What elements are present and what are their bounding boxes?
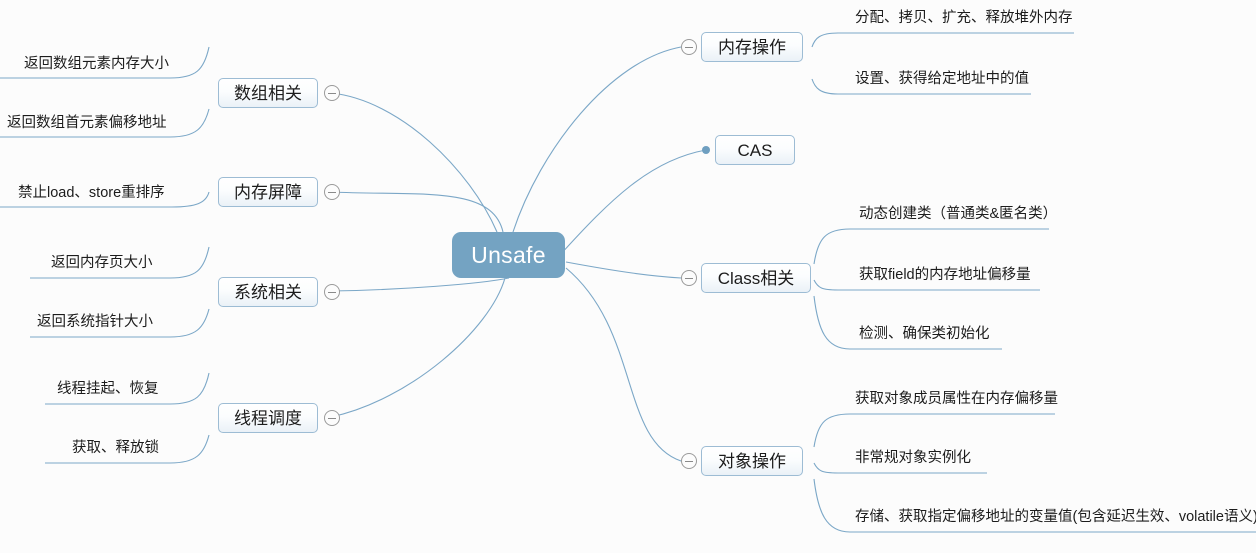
leaf-class-0-label: 动态创建类（普通类&匿名类）: [859, 206, 1058, 222]
leaf-array-1-label: 返回数组首元素偏移地址: [7, 115, 167, 131]
edge-root-object: [565, 267, 682, 462]
edge-memory-operation-c0: [811, 32, 1074, 48]
leaf-memory-operation-1-label: 设置、获得给定地址中的值: [855, 71, 1029, 87]
mind-map-canvas: Unsafe 数组相关 返回数组元素内存大小 返回数组首元素偏移地址 内存屏障 …: [0, 0, 1256, 553]
collapse-toggle-memory-barrier[interactable]: [324, 184, 340, 200]
collapse-toggle-thread-scheduling[interactable]: [324, 410, 340, 426]
leaf-class-1[interactable]: 获取field的内存地址偏移量: [859, 268, 1031, 283]
edge-layer: [0, 32, 1256, 533]
collapse-toggle-system[interactable]: [324, 284, 340, 300]
leaf-memory-barrier-0-label: 禁止load、store重排序: [18, 185, 165, 201]
branch-node-cas-label: CAS: [737, 140, 773, 160]
edge-class-c0: [813, 228, 1049, 265]
leaf-system-0-label: 返回内存页大小: [51, 255, 153, 271]
branch-node-array[interactable]: 数组相关: [218, 78, 318, 108]
branch-node-memory-operation[interactable]: 内存操作: [701, 32, 803, 62]
leaf-system-1[interactable]: 返回系统指针大小: [37, 315, 153, 330]
collapse-toggle-memory-operation[interactable]: [681, 39, 697, 55]
leaf-class-2[interactable]: 检测、确保类初始化: [859, 327, 990, 342]
collapse-toggle-class[interactable]: [681, 270, 697, 286]
branch-node-object-operation-label: 对象操作: [718, 451, 786, 471]
leaf-array-0[interactable]: 返回数组元素内存大小: [24, 57, 169, 72]
leaf-object-operation-1-label: 非常规对象实例化: [855, 450, 971, 466]
leaf-class-0[interactable]: 动态创建类（普通类&匿名类）: [859, 207, 1057, 222]
edge-object-operation-c0: [813, 413, 1055, 448]
edge-root-memory-barrier: [330, 191, 504, 233]
branch-node-cas[interactable]: CAS: [715, 135, 795, 165]
leaf-object-operation-2[interactable]: 存储、获取指定偏移地址的变量值(包含延迟生效、volatile语义): [855, 510, 1256, 525]
leaf-memory-barrier-0[interactable]: 禁止load、store重排序: [18, 186, 165, 201]
branch-node-memory-barrier-label: 内存屏障: [234, 182, 302, 202]
root-node[interactable]: Unsafe: [452, 232, 565, 278]
edge-root-memory-operation: [512, 46, 682, 233]
leaf-thread-scheduling-1[interactable]: 获取、释放锁: [72, 441, 159, 456]
branch-node-system[interactable]: 系统相关: [218, 277, 318, 307]
edge-root-system: [330, 277, 510, 292]
branch-node-class[interactable]: Class相关: [701, 263, 811, 293]
leaf-object-operation-0[interactable]: 获取对象成员属性在内存偏移量: [855, 392, 1058, 407]
branch-node-class-label: Class相关: [717, 268, 795, 288]
branch-node-memory-operation-label: 内存操作: [718, 37, 786, 57]
leaf-thread-scheduling-1-label: 获取、释放锁: [72, 440, 159, 456]
leaf-object-operation-2-label: 存储、获取指定偏移地址的变量值(包含延迟生效、volatile语义): [855, 509, 1256, 525]
branch-node-object-operation[interactable]: 对象操作: [701, 446, 803, 476]
root-node-label: Unsafe: [471, 241, 546, 268]
edge-root-class: [565, 261, 682, 279]
leaf-class-2-label: 检测、确保类初始化: [859, 326, 990, 342]
leaf-object-operation-1[interactable]: 非常规对象实例化: [855, 451, 971, 466]
edge-root-array: [330, 92, 498, 233]
branch-node-memory-barrier[interactable]: 内存屏障: [218, 177, 318, 207]
branch-node-thread-scheduling[interactable]: 线程调度: [218, 403, 318, 433]
leaf-class-1-label: 获取field的内存地址偏移量: [859, 267, 1031, 283]
leaf-array-1[interactable]: 返回数组首元素偏移地址: [7, 116, 167, 131]
leaf-thread-scheduling-0[interactable]: 线程挂起、恢复: [57, 382, 159, 397]
leaf-thread-scheduling-0-label: 线程挂起、恢复: [57, 381, 159, 397]
leaf-system-0[interactable]: 返回内存页大小: [51, 256, 153, 271]
edge-root-thread: [330, 277, 506, 418]
branch-node-thread-scheduling-label: 线程调度: [234, 408, 302, 428]
collapse-toggle-array[interactable]: [324, 85, 340, 101]
branch-node-system-label: 系统相关: [234, 282, 302, 302]
leaf-system-1-label: 返回系统指针大小: [37, 314, 153, 330]
leaf-memory-operation-1[interactable]: 设置、获得给定地址中的值: [855, 72, 1029, 87]
edge-root-cas: [559, 149, 707, 256]
leaf-memory-operation-0[interactable]: 分配、拷贝、扩充、释放堆外内存: [855, 11, 1073, 26]
leaf-array-0-label: 返回数组元素内存大小: [24, 56, 169, 72]
leaf-object-operation-0-label: 获取对象成员属性在内存偏移量: [855, 391, 1058, 407]
collapse-toggle-object-operation[interactable]: [681, 453, 697, 469]
leaf-memory-operation-0-label: 分配、拷贝、扩充、释放堆外内存: [855, 10, 1073, 26]
branch-node-array-label: 数组相关: [234, 83, 302, 103]
leaf-dot-cas: [702, 146, 710, 154]
